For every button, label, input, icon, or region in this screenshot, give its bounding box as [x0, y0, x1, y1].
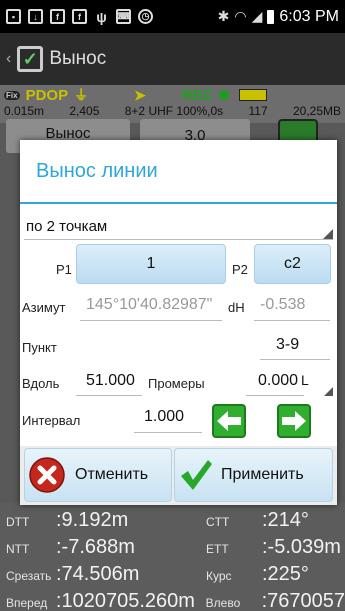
- dh-value: -0.538: [260, 296, 306, 313]
- storage: 20,25MB: [292, 104, 341, 118]
- antenna-icon: ⏚: [74, 87, 89, 103]
- cancel-button[interactable]: Отменить: [24, 448, 172, 502]
- along-label: Вдоль: [22, 376, 60, 391]
- clock: 6:03 PM: [279, 7, 339, 25]
- apply-label: Применить: [221, 466, 304, 483]
- satellite-icon: ➤: [134, 86, 146, 103]
- app-title: Вынос: [49, 48, 107, 69]
- usb-icon: ψ: [96, 8, 107, 25]
- alarm-icon: ◷: [138, 9, 153, 24]
- p2-label: P2: [232, 262, 248, 277]
- fix-badge: Fix: [4, 90, 20, 100]
- arrow-left-icon: [217, 411, 241, 431]
- along-input[interactable]: 51.000: [86, 372, 135, 390]
- rec-dot-icon: [219, 90, 230, 100]
- rec-label: REC: [181, 86, 214, 104]
- mode-select[interactable]: по 2 точкам: [24, 214, 333, 240]
- point-underline: [260, 359, 330, 360]
- measures-underline: [246, 395, 304, 396]
- battery-icon: [267, 9, 275, 24]
- notification-icons: ▪ ↓ f f ψ ⌨ ◷: [6, 8, 153, 25]
- screen: ▪ ↓ f f ψ ⌨ ◷ ✱ ◠ ◢ 6:03 PM ‹ ✓ Вынос Fi…: [0, 0, 345, 611]
- apply-button[interactable]: Применить: [174, 448, 333, 502]
- point-label: Пункт: [22, 340, 57, 355]
- gnss-info-bar: Fix PDOP ⏚ ➤ REC 0.015m 2,405 8+2 UHF 10…: [0, 85, 345, 123]
- dh-label: dH: [228, 300, 245, 315]
- result-row: Срезать :74.506m Курс :225°: [6, 563, 309, 585]
- result-row: DTT :9.192m CTT :214°: [6, 509, 309, 531]
- measures-input[interactable]: 0.000: [258, 372, 298, 390]
- satellites: 8+2 UHF 100%,0s: [124, 104, 224, 118]
- step-back-button[interactable]: [212, 404, 246, 438]
- count: 117: [248, 104, 268, 118]
- azimuth-label: Азимут: [22, 300, 66, 315]
- pdop-label: PDOP: [25, 86, 69, 104]
- title-divider: [20, 202, 337, 204]
- back-icon[interactable]: ‹: [6, 50, 11, 68]
- dh-underline: [254, 320, 330, 321]
- facebook-icon: f: [50, 9, 65, 24]
- signal-icon: ◢: [251, 8, 263, 24]
- cancel-label: Отменить: [75, 466, 149, 483]
- arrow-right-icon: [282, 411, 306, 431]
- app-bar: ‹ ✓ Вынос: [0, 33, 345, 85]
- download-icon: ↓: [28, 9, 43, 24]
- accuracy: 0.015m: [4, 104, 45, 118]
- p2-button[interactable]: c2: [254, 244, 331, 284]
- measures-label: Промеры: [148, 376, 205, 391]
- keyboard-icon: ⌨: [116, 9, 131, 24]
- facebook-icon: f: [72, 9, 87, 24]
- result-row: NTT :-7.688m ETT :-5.039m: [6, 536, 341, 558]
- step-forward-button[interactable]: [277, 404, 311, 438]
- dialog-actions: Отменить Применить: [20, 446, 337, 505]
- results-panel: DTT :9.192m CTT :214° NTT :-7.688m ETT :…: [0, 503, 345, 611]
- system-icons: ✱ ◠ ◢ 6:03 PM: [218, 8, 339, 26]
- status-bar: ▪ ↓ f f ψ ⌨ ◷ ✱ ◠ ◢ 6:03 PM: [0, 0, 345, 33]
- point-value[interactable]: 3-9: [276, 336, 299, 354]
- message-icon: ▪: [6, 9, 21, 24]
- interval-underline: [134, 432, 202, 433]
- bluetooth-icon: ✱: [217, 8, 230, 24]
- interval-input[interactable]: 1.000: [144, 408, 184, 426]
- p1-label: P1: [56, 262, 72, 277]
- wifi-icon: ◠: [234, 8, 247, 24]
- along-underline: [76, 395, 142, 396]
- p1-button[interactable]: 1: [76, 244, 226, 284]
- checkmark-icon: [181, 460, 212, 490]
- age: 2,405: [69, 104, 100, 118]
- result-row: Вперед :1020705.260m Влево :7670057: [6, 590, 345, 611]
- side-select[interactable]: L: [301, 372, 309, 388]
- azimuth-underline: [80, 320, 222, 321]
- mode-value: по 2 точкам: [26, 218, 108, 235]
- azimuth-value: 145°10'40.82987": [86, 296, 213, 313]
- cancel-icon: [29, 457, 65, 493]
- dialog-title: Вынос линии: [36, 160, 158, 182]
- dropdown-corner-icon: [323, 229, 333, 239]
- battery-level-icon: [239, 89, 268, 101]
- app-logo-icon: ✓: [17, 46, 44, 72]
- side-dropdown-corner-icon: [324, 387, 333, 396]
- interval-label: Интервал: [22, 413, 81, 428]
- stakeout-line-dialog: Вынос линии по 2 точкам P1 1 P2 c2 Азиму…: [20, 140, 337, 505]
